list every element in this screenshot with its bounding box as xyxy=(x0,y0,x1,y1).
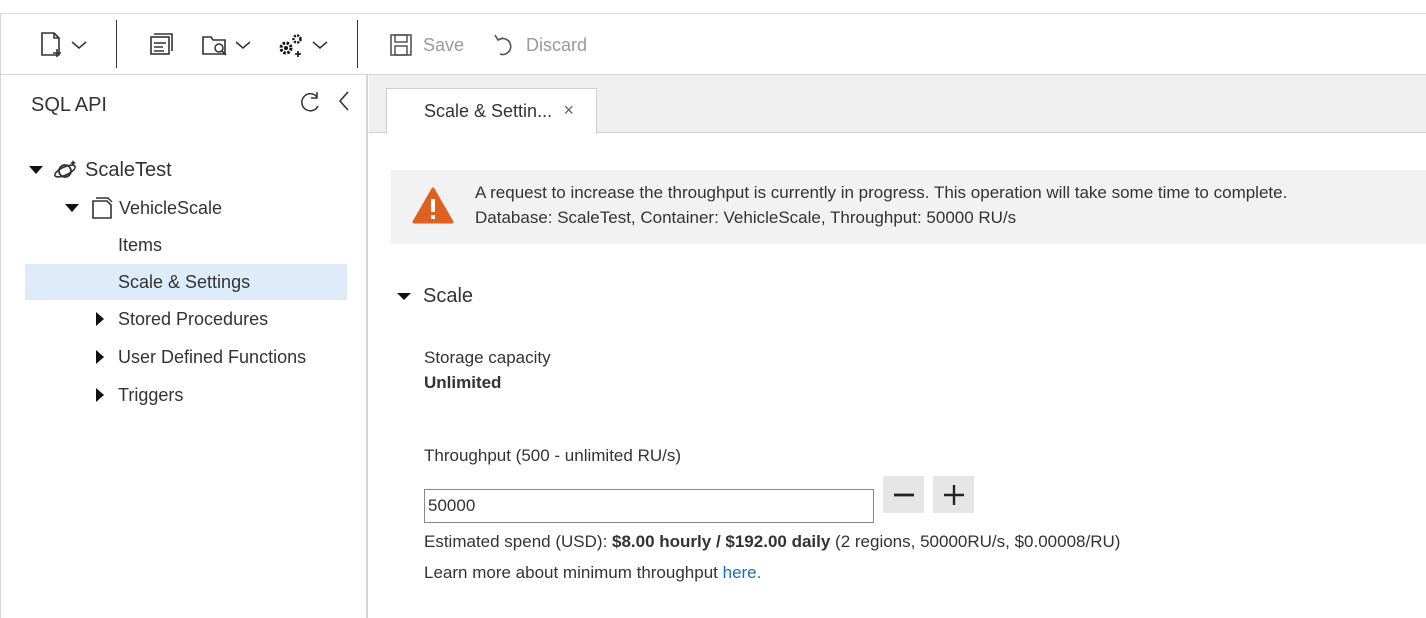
expand-right-icon[interactable] xyxy=(96,312,104,326)
storage-capacity-label: Storage capacity xyxy=(424,348,551,367)
api-title: SQL API xyxy=(31,94,107,116)
open-query-icon xyxy=(150,33,173,55)
learn-more-label: Learn more about minimum throughput xyxy=(424,563,723,582)
decrease-throughput-button[interactable] xyxy=(883,476,924,513)
throughput-label: Throughput (500 - unlimited RU/s) xyxy=(424,446,682,465)
sidebar-item-user-defined-functions[interactable]: User Defined Functions xyxy=(25,339,347,375)
sidebar-item-label: Stored Procedures xyxy=(118,308,269,329)
section-title: Scale xyxy=(423,285,474,307)
discard-button[interactable]: Discard xyxy=(492,30,587,60)
storage-capacity-value: Unlimited xyxy=(424,373,502,392)
expand-down-icon[interactable] xyxy=(65,204,79,212)
tab-label: Scale & Settin... xyxy=(424,101,553,121)
learn-more-text: Learn more about minimum throughput here… xyxy=(424,563,761,583)
discard-icon xyxy=(494,34,512,56)
chevron-down-icon xyxy=(71,41,87,49)
sidebar-item-label: Triggers xyxy=(118,384,184,405)
tab-bar: Scale & Settin... × xyxy=(369,75,1426,134)
chevron-down-icon xyxy=(235,41,251,49)
sidebar-item-items[interactable]: Items xyxy=(25,227,347,263)
database-label: ScaleTest xyxy=(85,158,172,181)
main-content: Scale & Settin... × A request to increas… xyxy=(369,75,1426,618)
toolbar-divider xyxy=(116,20,117,68)
learn-more-link[interactable]: here. xyxy=(723,563,762,582)
expand-right-icon[interactable] xyxy=(96,350,104,364)
notice-message: A request to increase the throughput is … xyxy=(475,183,1288,202)
window-top-strip xyxy=(0,0,1426,14)
sidebar-item-label: User Defined Functions xyxy=(118,346,307,367)
save-button[interactable]: Save xyxy=(389,30,464,60)
close-tab-icon[interactable]: × xyxy=(563,100,574,121)
sidebar-item-scale-settings[interactable]: Scale & Settings xyxy=(25,264,347,300)
scale-section-header[interactable]: Scale xyxy=(397,285,473,308)
throughput-progress-notice: A request to increase the throughput is … xyxy=(391,170,1426,244)
minus-icon xyxy=(893,493,914,496)
expand-right-icon[interactable] xyxy=(96,388,104,402)
notice-details: Database: ScaleTest, Container: VehicleS… xyxy=(475,208,1017,227)
increase-throughput-button[interactable] xyxy=(933,476,974,513)
new-container-button[interactable] xyxy=(39,30,87,60)
sidebar-item-label: Scale & Settings xyxy=(118,271,251,292)
plus-icon xyxy=(943,484,964,505)
database-planet-icon xyxy=(54,160,76,178)
container-label: VehicleScale xyxy=(119,197,223,218)
save-label: Save xyxy=(423,34,465,55)
tree-node-container[interactable]: VehicleScale xyxy=(25,190,347,226)
chevron-down-icon xyxy=(312,41,328,49)
estimated-spend: Estimated spend (USD): $8.00 hourly / $1… xyxy=(424,532,1120,552)
new-sql-query-button[interactable] xyxy=(148,30,174,60)
warning-icon xyxy=(412,187,454,224)
refresh-icon[interactable] xyxy=(298,90,322,114)
settings-button[interactable] xyxy=(276,30,328,60)
spend-details: (2 regions, 50000RU/s, $0.00008/RU) xyxy=(830,532,1121,551)
spend-amount: $8.00 hourly / $192.00 daily xyxy=(612,532,831,551)
collapse-section-icon[interactable] xyxy=(397,293,411,300)
spend-prefix: Estimated spend (USD): xyxy=(424,532,613,551)
tab-scale-settings[interactable]: Scale & Settin... × xyxy=(386,88,597,134)
sidebar-item-label: Items xyxy=(118,234,163,255)
discard-label: Discard xyxy=(526,34,588,55)
expand-down-icon[interactable] xyxy=(29,166,43,174)
throughput-input[interactable] xyxy=(424,489,874,523)
tree-node-database[interactable]: ScaleTest xyxy=(25,152,347,188)
toolbar-divider xyxy=(357,20,358,68)
collapse-panel-icon[interactable] xyxy=(337,89,351,113)
new-container-icon xyxy=(41,32,61,57)
open-query-button[interactable] xyxy=(201,30,251,60)
command-bar: Save Discard xyxy=(0,14,1426,75)
settings-gear-icon xyxy=(279,34,302,57)
open-query-from-file-icon xyxy=(202,36,227,56)
sidebar-item-stored-procedures[interactable]: Stored Procedures xyxy=(25,301,347,337)
save-icon xyxy=(390,34,412,56)
container-icon xyxy=(92,197,113,219)
sidebar-item-triggers[interactable]: Triggers xyxy=(25,377,347,413)
resource-tree-panel: SQL API ScaleTest VehicleScale Items Sca… xyxy=(0,75,368,618)
